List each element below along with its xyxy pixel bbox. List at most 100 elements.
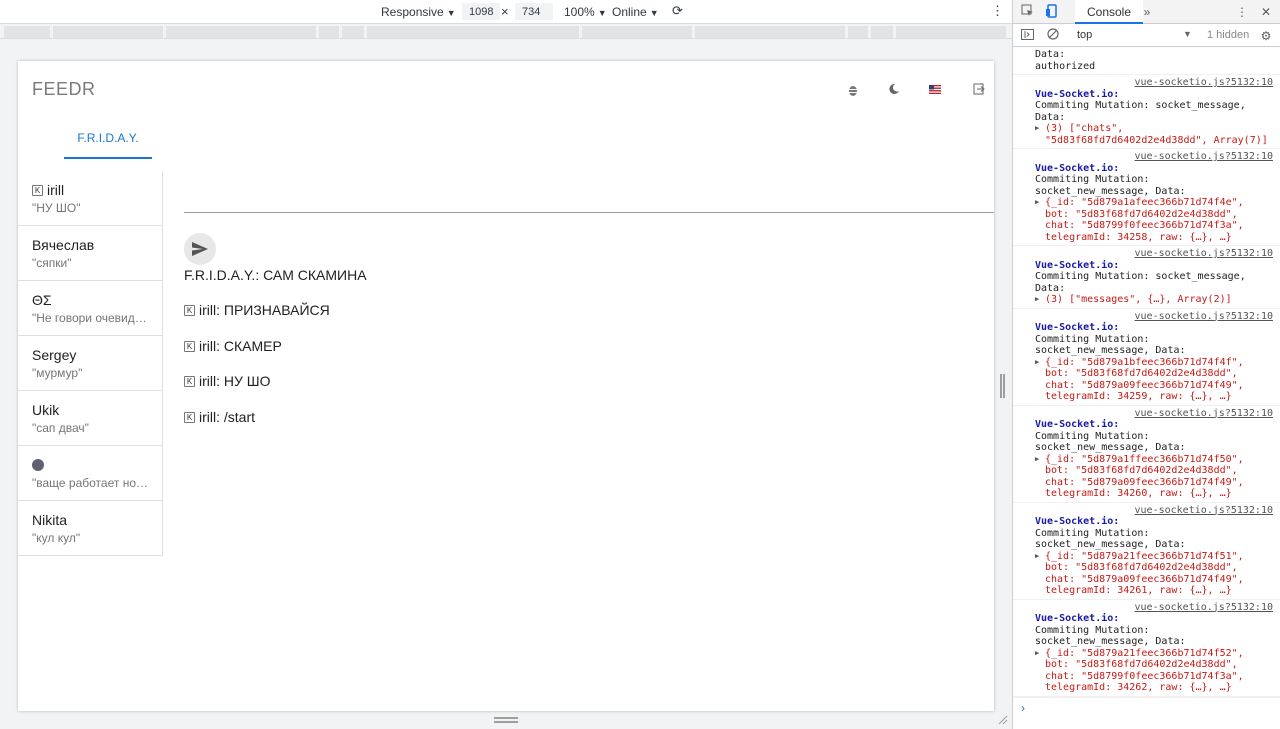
log-source-link[interactable]: vue-socketio.js?5132:10 — [1035, 77, 1273, 89]
log-entry: vue-socketio.js?5132:10 Vue-Socket.io: C… — [1013, 406, 1280, 503]
ruler-segment[interactable] — [367, 26, 579, 38]
message-item: F.R.I.D.A.Y.: САМ СКАМИНА — [184, 267, 367, 283]
expand-triangle-icon[interactable]: ▶ — [1035, 123, 1039, 135]
ruler-segment[interactable] — [53, 26, 163, 38]
ruler-segment[interactable] — [4, 26, 50, 38]
tab-friday[interactable]: F.R.I.D.A.Y. — [64, 121, 152, 159]
chat-preview: "мурмур" — [32, 366, 83, 380]
ruler-segment[interactable] — [166, 26, 316, 38]
device-toggle-icon[interactable] — [1043, 4, 1059, 20]
log-object[interactable]: ▶ (3) ["messages", {…}, Array(2)] — [1035, 294, 1273, 306]
close-icon[interactable]: ✕ — [1258, 4, 1274, 20]
log-object[interactable]: ▶ {_id: "5d879a21feec366b71d74f51", bot: … — [1035, 551, 1273, 597]
log-line: Commiting Mutation: socket_message, — [1035, 271, 1246, 282]
chat-preview: "Не говори очевидное" — [32, 311, 152, 325]
log-line: Data: — [1035, 49, 1066, 60]
log-object[interactable]: ▶ {_id: "5d879a21feec366b71d74f52", bot: … — [1035, 648, 1273, 694]
context-select[interactable]: top — [1077, 29, 1092, 41]
log-line: Commiting Mutation: — [1035, 527, 1150, 539]
chat-item-sergey[interactable]: Sergey "мурмур" — [18, 336, 162, 391]
gear-icon[interactable]: ⚙ — [1258, 28, 1274, 44]
chat-name: irill — [47, 182, 65, 198]
log-entry: vue-socketio.js?5132:10 Vue-Socket.io: C… — [1013, 246, 1280, 309]
chat-item-vyacheslav[interactable]: Вячеслав "сяпки" — [18, 226, 162, 281]
log-entry: Data: authorized — [1013, 47, 1280, 75]
chat-name: Ukik — [32, 402, 60, 418]
log-source-link[interactable]: vue-socketio.js?5132:10 — [1035, 505, 1273, 517]
ruler-segment[interactable] — [695, 26, 845, 38]
chat-item-nikita[interactable]: Nikita "кул кул" — [18, 501, 162, 556]
console-prompt[interactable]: › — [1013, 697, 1280, 717]
console-log: Data: authorized vue-socketio.js?5132:10… — [1013, 47, 1280, 697]
log-tag: Vue-Socket.io: — [1035, 613, 1120, 624]
more-options-icon[interactable]: ⋮ — [991, 3, 1004, 19]
ruler-segment[interactable] — [342, 26, 364, 38]
expand-triangle-icon[interactable]: ▶ — [1035, 648, 1039, 660]
logout-icon[interactable] — [972, 83, 986, 97]
language-flag-icon[interactable] — [928, 83, 942, 97]
resize-handle-right[interactable] — [1000, 374, 1005, 398]
chat-preview: "кул кул" — [32, 531, 81, 545]
log-entry: vue-socketio.js?5132:10 Vue-Socket.io: C… — [1013, 149, 1280, 246]
log-source-link[interactable]: vue-socketio.js?5132:10 — [1035, 151, 1273, 163]
caret-down-icon: ▼ — [649, 8, 659, 18]
expand-triangle-icon[interactable]: ▶ — [1035, 357, 1039, 369]
log-line: Commiting Mutation: socket_message, — [1035, 100, 1246, 111]
clear-console-icon[interactable] — [1045, 28, 1061, 44]
expand-triangle-icon[interactable]: ▶ — [1035, 197, 1039, 209]
expand-triangle-icon[interactable]: ▶ — [1035, 454, 1039, 466]
log-tag: Vue-Socket.io: — [1035, 259, 1120, 271]
log-object[interactable]: ▶ {_id: "5d879a1bfeec366b71d74f4f", bot: … — [1035, 357, 1273, 403]
log-source-link[interactable]: vue-socketio.js?5132:10 — [1035, 408, 1273, 420]
expand-triangle-icon[interactable]: ▶ — [1035, 551, 1039, 563]
log-tag: Vue-Socket.io: — [1035, 419, 1120, 430]
log-line: Commiting Mutation: — [1035, 333, 1150, 345]
network-select[interactable]: Online ▼ — [612, 5, 659, 19]
rotate-icon[interactable]: ⟳ — [672, 3, 683, 19]
chat-item-avatar[interactable]: "ваще работает норм" — [18, 446, 162, 501]
sidebar-toggle-icon[interactable] — [1019, 28, 1035, 44]
more-tabs-icon[interactable]: » — [1139, 4, 1155, 20]
chat-preview: "сяпки" — [32, 256, 72, 270]
brand-title: FEEDR — [32, 79, 96, 99]
ruler-segment[interactable] — [848, 26, 868, 38]
devtools-panel: Console » ⋮ ✕ top ▼ 1 hidden ⚙ Data: aut… — [1012, 0, 1280, 729]
ruler-segment[interactable] — [896, 26, 1006, 38]
caret-down-icon: ▼ — [597, 8, 607, 18]
ruler-segment[interactable] — [582, 26, 692, 38]
log-source-link[interactable]: vue-socketio.js?5132:10 — [1035, 311, 1273, 323]
log-object[interactable]: ▶ {_id: "5d879a1afeec366b71d74f4e", bot: … — [1035, 197, 1273, 243]
chat-item-ukik[interactable]: Ukik "сап двач" — [18, 391, 162, 446]
chat-preview: "ваще работает норм" — [32, 476, 152, 490]
message-text: irill: НУ ШО — [199, 373, 271, 389]
height-input[interactable]: 734 — [515, 3, 553, 20]
ruler-segment[interactable] — [871, 26, 893, 38]
log-object[interactable]: ▶ {_id: "5d879a1ffeec366b71d74f50", bot: … — [1035, 454, 1273, 500]
log-source-link[interactable]: vue-socketio.js?5132:10 — [1035, 248, 1273, 260]
caret-down-icon[interactable]: ▼ — [1183, 29, 1192, 39]
device-toolbar: Responsive ▼ 1098 × 734 100% ▼ Online ▼ ⟳ ⋮ — [0, 0, 1012, 24]
resize-handle-corner[interactable] — [996, 713, 1008, 725]
k-badge-icon: K — [184, 340, 195, 352]
device-select[interactable]: Responsive ▼ — [381, 5, 456, 19]
resize-handle-bottom[interactable] — [494, 717, 518, 723]
expand-triangle-icon[interactable]: ▶ — [1035, 294, 1039, 306]
send-button[interactable] — [184, 233, 216, 265]
more-options-icon[interactable]: ⋮ — [1234, 4, 1250, 20]
ruler-segment[interactable] — [319, 26, 339, 38]
inspect-element-icon[interactable] — [1019, 4, 1035, 20]
chat-item-irill[interactable]: Kirill "НУ ШО" — [18, 171, 162, 226]
message-text: irill: /start — [199, 409, 255, 425]
chat-name: ΘΣ — [32, 292, 52, 308]
zoom-select[interactable]: 100% ▼ — [564, 5, 607, 19]
message-input[interactable] — [184, 212, 994, 213]
width-input[interactable]: 1098 — [462, 3, 500, 20]
bug-icon[interactable] — [846, 83, 860, 97]
log-object[interactable]: ▶ (3) ["chats", "5d83f68fd7d6402d2e4d38dd… — [1035, 123, 1273, 146]
message-text: F.R.I.D.A.Y.: САМ СКАМИНА — [184, 267, 367, 283]
log-source-link[interactable]: vue-socketio.js?5132:10 — [1035, 602, 1273, 614]
tab-console[interactable]: Console — [1075, 0, 1143, 24]
dark-mode-icon[interactable] — [887, 83, 901, 97]
chat-item-theta-sigma[interactable]: ΘΣ "Не говори очевидное" — [18, 281, 162, 336]
log-line: Data: — [1035, 282, 1066, 294]
